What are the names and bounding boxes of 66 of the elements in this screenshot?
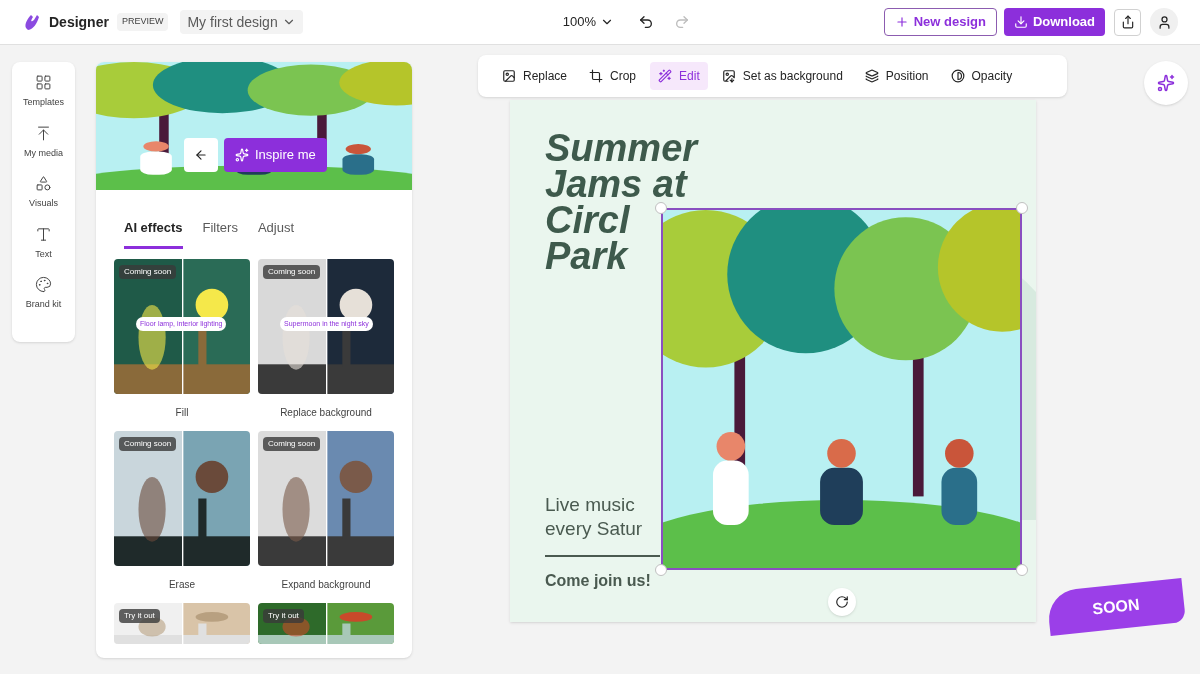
resize-handle[interactable]	[655, 202, 667, 214]
text-icon	[35, 225, 52, 243]
resize-handle[interactable]	[655, 564, 667, 576]
panel-tab[interactable]: AI effects	[124, 218, 183, 249]
back-icon	[194, 148, 208, 162]
templates-icon	[35, 74, 52, 91]
wand-icon	[658, 69, 673, 83]
shapes-icon	[35, 175, 52, 192]
redo-icon	[673, 14, 690, 30]
poster-title: Circl	[545, 202, 630, 238]
toolbar-button[interactable]: Crop	[581, 62, 645, 90]
download-button[interactable]: Download	[1003, 8, 1105, 36]
effect-card[interactable]: Coming soon	[114, 430, 250, 566]
panel-tab[interactable]: Filters	[202, 218, 238, 249]
palette-icon	[35, 276, 52, 293]
poster-title: Summer	[545, 130, 698, 166]
new-design-button[interactable]: New design	[883, 8, 997, 36]
rail-item[interactable]: My media	[24, 124, 63, 160]
preview-badge: PREVIEW	[116, 13, 169, 31]
effect-card[interactable]: Try it out	[258, 602, 394, 644]
poster-subtitle: every Satur	[545, 517, 644, 541]
resize-handle[interactable]	[1016, 564, 1028, 576]
contrast-icon	[950, 69, 965, 83]
rotate-icon	[835, 595, 849, 609]
poster-title: Park	[545, 238, 628, 274]
toolbar-button[interactable]: Opacity	[942, 62, 1021, 90]
sparkle-icon	[235, 148, 249, 162]
toolbar-button[interactable]: Set as background	[713, 62, 851, 90]
effect-card[interactable]: Coming soon	[258, 430, 394, 566]
plus-icon	[894, 15, 909, 29]
sparkle-icon	[1157, 74, 1175, 92]
rail-item[interactable]: Templates	[23, 74, 64, 110]
upload-icon	[35, 124, 52, 142]
user-icon	[1156, 14, 1172, 30]
panel-tab[interactable]: Adjust	[257, 218, 295, 249]
effect-label: Erase	[168, 577, 196, 592]
design-name-dropdown[interactable]: My first design	[180, 10, 303, 34]
rail-item[interactable]: Text	[35, 225, 52, 261]
effect-label: Replace background	[280, 405, 372, 420]
share-icon	[1120, 15, 1135, 29]
image-icon	[502, 69, 516, 83]
effect-label: Fill	[175, 405, 189, 420]
inspire-me-button[interactable]: Inspire me	[224, 138, 327, 172]
rail-item[interactable]: Visuals	[29, 175, 58, 211]
poster-subtitle: Live music	[545, 493, 636, 517]
layers-icon	[864, 69, 879, 83]
zoom-dropdown[interactable]: 100%	[562, 12, 614, 32]
app-name: Designer	[49, 12, 109, 32]
ai-assist-button[interactable]	[1144, 61, 1188, 105]
poster-cta: Come join us!	[545, 571, 652, 591]
account-button[interactable]	[1150, 8, 1178, 36]
rail-item[interactable]: Brand kit	[25, 276, 62, 312]
download-icon	[1013, 15, 1028, 29]
resize-handle[interactable]	[1016, 202, 1028, 214]
background-icon	[721, 69, 736, 83]
toolbar-button[interactable]: Edit	[650, 62, 708, 90]
back-button[interactable]	[184, 138, 218, 172]
toolbar-button[interactable]: Replace	[494, 62, 576, 90]
share-button[interactable]	[1114, 8, 1141, 36]
undo-icon	[637, 14, 654, 30]
crop-icon	[589, 69, 604, 83]
effect-card[interactable]: Try it out	[114, 602, 250, 644]
poster-title: Jams at	[545, 166, 687, 202]
toolbar-button[interactable]: Position	[856, 62, 937, 90]
rotate-handle[interactable]	[828, 588, 856, 616]
effect-label: Expand background	[281, 577, 371, 592]
